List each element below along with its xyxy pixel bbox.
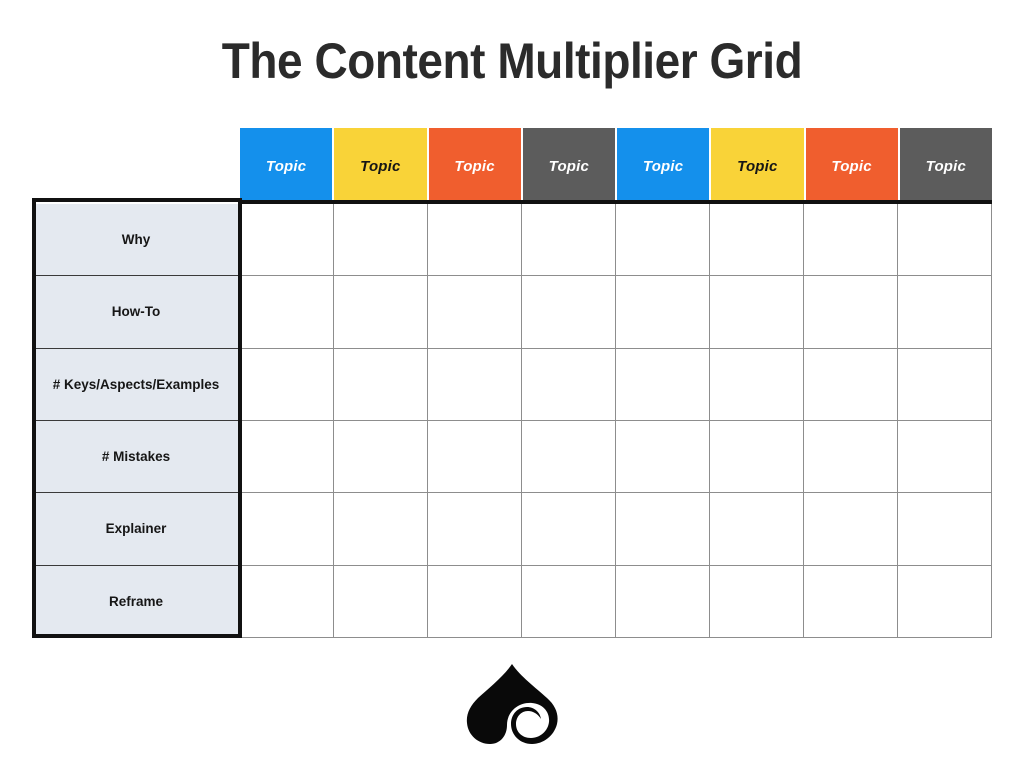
grid-cell[interactable] [804, 204, 898, 276]
grid-cell[interactable] [522, 565, 616, 637]
row-label[interactable]: # Keys/Aspects/Examples [32, 348, 240, 421]
topic-column-header[interactable]: Topic [334, 128, 429, 204]
grid-cell[interactable] [804, 276, 898, 348]
topic-column-header[interactable]: Topic [522, 128, 617, 204]
grid-cell[interactable] [334, 565, 428, 637]
grid-cell[interactable] [334, 348, 428, 420]
grid-cell[interactable] [522, 276, 616, 348]
grid-cell[interactable] [804, 348, 898, 420]
spade-spiral-logo [462, 662, 562, 746]
grid-cell[interactable] [334, 276, 428, 348]
grid-cell[interactable] [522, 204, 616, 276]
row-label[interactable]: How-To [32, 276, 240, 349]
grid-cell[interactable] [616, 276, 710, 348]
grid-row: How-To [32, 276, 992, 349]
topic-column-header[interactable]: Topic [617, 128, 712, 204]
grid-cell[interactable] [898, 276, 992, 348]
content-multiplier-grid: Topic Topic Topic Topic Topic Topic Topic Topic… [32, 128, 992, 638]
topic-column-header[interactable]: Topic [899, 128, 992, 204]
row-cells [240, 565, 992, 638]
row-cells [240, 493, 992, 566]
grid-row: # Mistakes [32, 420, 992, 494]
row-cells [240, 276, 992, 349]
topic-column-header[interactable]: Topic [711, 128, 806, 204]
grid-cell[interactable] [240, 348, 334, 420]
row-label[interactable]: # Mistakes [32, 420, 240, 494]
row-cells [240, 204, 992, 277]
grid-cell[interactable] [334, 204, 428, 276]
grid-cell[interactable] [240, 565, 334, 637]
grid-cell[interactable] [240, 420, 334, 493]
grid-cell[interactable] [428, 420, 522, 493]
grid-body: Why How-To # Keys/Aspects/Examples # Mistak… [32, 204, 992, 638]
topic-column-header[interactable]: Topic [805, 128, 900, 204]
row-label[interactable]: Why [32, 204, 240, 277]
grid-cell[interactable] [710, 420, 804, 493]
grid-cell[interactable] [522, 493, 616, 565]
grid-row: # Keys/Aspects/Examples [32, 348, 992, 421]
grid-cell[interactable] [898, 420, 992, 493]
grid-cell[interactable] [428, 493, 522, 565]
grid-cell[interactable] [616, 204, 710, 276]
grid-cell[interactable] [804, 420, 898, 493]
grid-cell[interactable] [522, 348, 616, 420]
grid-cell[interactable] [240, 276, 334, 348]
grid-cell[interactable] [616, 565, 710, 637]
grid-cell[interactable] [428, 565, 522, 637]
grid-cell[interactable] [616, 348, 710, 420]
grid-cell[interactable] [240, 493, 334, 565]
grid-row: Why [32, 204, 992, 277]
grid-cell[interactable] [428, 348, 522, 420]
grid-cell[interactable] [898, 565, 992, 637]
grid-cell[interactable] [334, 493, 428, 565]
grid-cell[interactable] [898, 493, 992, 565]
header-separator-rule [238, 200, 992, 204]
topic-header-row: Topic Topic Topic Topic Topic Topic Topic Topic [240, 128, 992, 204]
row-label[interactable]: Explainer [32, 493, 240, 566]
grid-cell[interactable] [710, 565, 804, 637]
grid-row: Reframe [32, 565, 992, 638]
grid-cell[interactable] [710, 493, 804, 565]
page-title: The Content Multiplier Grid [221, 33, 803, 89]
grid-cell[interactable] [428, 204, 522, 276]
grid-cell[interactable] [710, 204, 804, 276]
grid-cell[interactable] [710, 348, 804, 420]
grid-row: Explainer [32, 493, 992, 566]
grid-cell[interactable] [804, 565, 898, 637]
grid-cell[interactable] [522, 420, 616, 493]
grid-cell[interactable] [804, 493, 898, 565]
grid-cell[interactable] [334, 420, 428, 493]
row-cells [240, 420, 992, 494]
topic-column-header[interactable]: Topic [428, 128, 523, 204]
grid-cell[interactable] [616, 420, 710, 493]
grid-cell[interactable] [898, 204, 992, 276]
grid-cell[interactable] [898, 348, 992, 420]
grid-cell[interactable] [240, 204, 334, 276]
row-label[interactable]: Reframe [32, 565, 240, 638]
grid-cell[interactable] [428, 276, 522, 348]
topic-column-header[interactable]: Topic [240, 128, 335, 204]
row-cells [240, 348, 992, 421]
grid-cell[interactable] [710, 276, 804, 348]
grid-cell[interactable] [616, 493, 710, 565]
